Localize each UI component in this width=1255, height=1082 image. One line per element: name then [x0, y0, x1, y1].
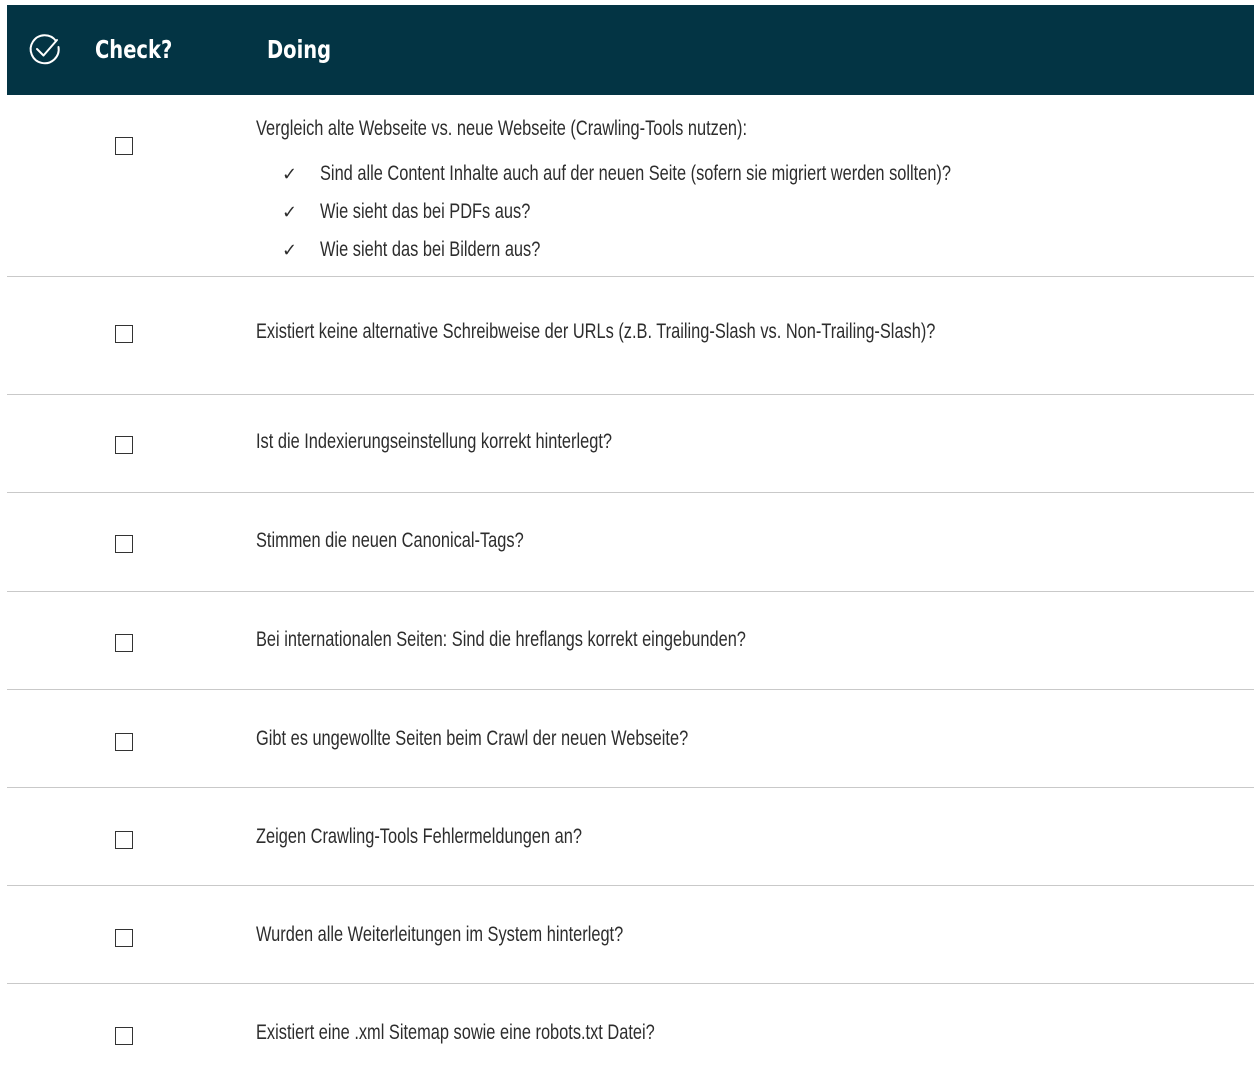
- sub-item: ✓ Wie sieht das bei Bildern aus?: [282, 238, 603, 262]
- row-text: Existiert eine .xml Sitemap sowie eine r…: [256, 1021, 655, 1044]
- row-text: Zeigen Crawling-Tools Fehlermeldungen an…: [256, 825, 582, 848]
- table-row: Vergleich alte Webseite vs. neue Webseit…: [7, 95, 1254, 277]
- row-checkbox[interactable]: [115, 831, 133, 849]
- row-checkbox[interactable]: [115, 325, 133, 343]
- sub-item: ✓ Sind alle Content Inhalte auch auf der…: [282, 162, 1129, 186]
- row-text: Bei internationalen Seiten: Sind die hre…: [256, 628, 746, 651]
- row-checkbox[interactable]: [115, 929, 133, 947]
- table-row: Ist die Indexierungseinstellung korrekt …: [7, 395, 1254, 493]
- table-row: Gibt es ungewollte Seiten beim Crawl der…: [7, 690, 1254, 788]
- row-checkbox[interactable]: [115, 1027, 133, 1045]
- checkmark-icon: ✓: [282, 239, 298, 261]
- row-text: Gibt es ungewollte Seiten beim Crawl der…: [256, 727, 689, 750]
- table-row: Wurden alle Weiterleitungen im System hi…: [7, 886, 1254, 984]
- table-row: Stimmen die neuen Canonical-Tags?: [7, 493, 1254, 592]
- check-circle-icon: [25, 30, 65, 70]
- sub-item: ✓ Wie sieht das bei PDFs aus?: [282, 200, 590, 224]
- table-row: Existiert keine alternative Schreibweise…: [7, 277, 1254, 395]
- doing-column-header: Doing: [267, 35, 332, 64]
- sub-item-text: Wie sieht das bei Bildern aus?: [320, 238, 541, 261]
- row-checkbox[interactable]: [115, 634, 133, 652]
- table-row: Bei internationalen Seiten: Sind die hre…: [7, 592, 1254, 690]
- table-header: Check? Doing: [7, 5, 1254, 95]
- row-text: Stimmen die neuen Canonical-Tags?: [256, 529, 524, 552]
- table-row: Existiert eine .xml Sitemap sowie eine r…: [7, 984, 1254, 1074]
- table-row: Zeigen Crawling-Tools Fehlermeldungen an…: [7, 788, 1254, 886]
- sub-item-text: Wie sieht das bei PDFs aus?: [320, 200, 531, 223]
- checkmark-icon: ✓: [282, 163, 298, 185]
- check-column-header: Check?: [95, 35, 173, 64]
- checklist-table: Check? Doing Vergleich alte Webseite vs.…: [7, 5, 1254, 1074]
- row-text: Vergleich alte Webseite vs. neue Webseit…: [256, 117, 748, 140]
- row-checkbox[interactable]: [115, 535, 133, 553]
- row-text: Existiert keine alternative Schreibweise…: [256, 320, 936, 343]
- checkmark-icon: ✓: [282, 201, 298, 223]
- row-checkbox[interactable]: [115, 436, 133, 454]
- row-checkbox[interactable]: [115, 733, 133, 751]
- row-text: Ist die Indexierungseinstellung korrekt …: [256, 430, 613, 453]
- row-text: Wurden alle Weiterleitungen im System hi…: [256, 923, 624, 946]
- row-checkbox[interactable]: [115, 137, 133, 155]
- sub-item-text: Sind alle Content Inhalte auch auf der n…: [320, 162, 952, 185]
